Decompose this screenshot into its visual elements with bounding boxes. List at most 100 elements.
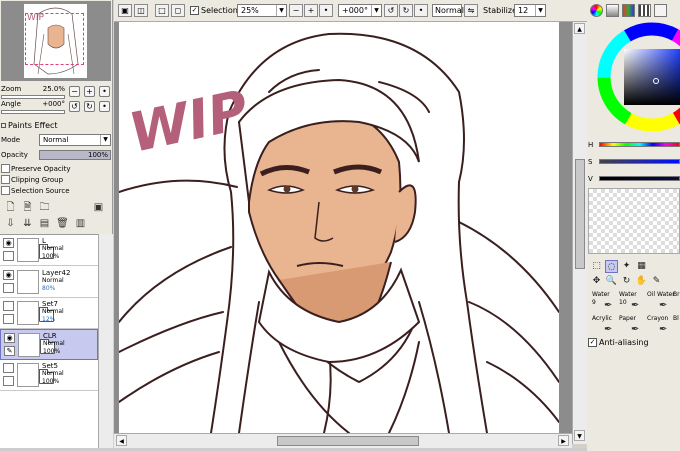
scratchpad-tab-icon[interactable] bbox=[654, 4, 667, 17]
mode-dropdown[interactable]: Normal ▼ bbox=[39, 134, 111, 146]
navigator-panel[interactable]: WIP bbox=[1, 1, 111, 81]
horizontal-scroll-thumb[interactable] bbox=[277, 436, 419, 446]
layer-panel-icon[interactable]: ▦ bbox=[635, 260, 648, 273]
zoom-in-button[interactable]: + bbox=[304, 4, 318, 17]
hand-icon[interactable]: ✋ bbox=[635, 275, 648, 288]
layer-row[interactable]: ◉ L Normal 100% bbox=[0, 235, 98, 266]
clear-layer-icon[interactable]: ▤ bbox=[38, 217, 51, 230]
crop-button[interactable]: ◻ bbox=[171, 4, 185, 17]
new-folder-icon[interactable]: 🗀 bbox=[38, 201, 51, 214]
blend-mode-display[interactable]: Normal bbox=[432, 4, 464, 17]
zoom-label: Zoom bbox=[1, 85, 22, 93]
merge-down-icon[interactable]: ⇊ bbox=[21, 217, 34, 230]
brush-tool[interactable]: Br✒ bbox=[671, 291, 680, 317]
layer-name: CLR bbox=[43, 332, 57, 340]
visibility-eye-icon[interactable]: ◉ bbox=[3, 270, 14, 280]
new-layer-icon[interactable]: 🗋 bbox=[4, 201, 17, 214]
brush-tool[interactable]: Crayon ✒ bbox=[645, 315, 673, 341]
value-slider[interactable] bbox=[599, 176, 680, 181]
hsv-slider-tab-icon[interactable] bbox=[622, 4, 635, 17]
flip-horizontal-button[interactable]: ⇋ bbox=[464, 4, 478, 17]
selection-source-checkbox[interactable] bbox=[1, 186, 10, 195]
rotate-right-button[interactable]: ↻ bbox=[84, 101, 95, 112]
visibility-eye-icon[interactable]: ◉ bbox=[3, 238, 14, 248]
zoom-dropdown[interactable]: 25% ▼ bbox=[237, 4, 287, 17]
brush-tool[interactable]: Acrylic ✒ bbox=[590, 315, 618, 341]
canvas-area[interactable]: WIP bbox=[114, 22, 572, 433]
navigator-view-frame[interactable] bbox=[25, 13, 84, 65]
canvas-horizontal-scrollbar[interactable]: ◀ ▶ bbox=[114, 433, 572, 448]
angle-slider[interactable] bbox=[1, 110, 65, 114]
layer-row[interactable]: ◉ Layer42 Normal 80% bbox=[0, 267, 98, 298]
scroll-left-icon[interactable]: ◀ bbox=[116, 435, 127, 446]
saturation-label: S bbox=[588, 158, 593, 166]
brush-tool[interactable]: Bl✒ bbox=[671, 315, 680, 341]
saturation-slider[interactable] bbox=[599, 159, 680, 164]
visibility-eye-icon[interactable]: ◉ bbox=[4, 333, 15, 343]
layer-lock-icon[interactable] bbox=[3, 314, 14, 324]
rotate-left-button[interactable]: ↺ bbox=[69, 101, 80, 112]
lasso-icon[interactable]: ◌ bbox=[605, 260, 618, 273]
layer-row[interactable]: Set7 Normal 12% bbox=[0, 298, 98, 329]
chevron-down-icon: ▼ bbox=[100, 135, 110, 145]
zoom-reset-button[interactable]: • bbox=[99, 86, 110, 97]
color-wheel-tab-icon[interactable] bbox=[590, 4, 603, 17]
layer-lock-icon[interactable] bbox=[3, 376, 14, 386]
magic-wand-icon[interactable]: ✦ bbox=[620, 260, 633, 273]
zoom-out-button[interactable]: − bbox=[289, 4, 303, 17]
layer-lock-icon[interactable] bbox=[3, 283, 14, 293]
opacity-slider[interactable]: 100% bbox=[39, 150, 111, 160]
brush-name: Water bbox=[619, 291, 637, 298]
layer-row[interactable]: Set5 Normal 100% bbox=[0, 360, 98, 391]
rotate-reset-button[interactable]: • bbox=[414, 4, 428, 17]
zoom-in-button[interactable]: + bbox=[84, 86, 95, 97]
delete-layer-icon[interactable]: 🗑 bbox=[56, 217, 69, 230]
swatches-tab-icon[interactable] bbox=[638, 4, 651, 17]
rgb-slider-tab-icon[interactable] bbox=[606, 4, 619, 17]
visibility-eye-icon[interactable] bbox=[3, 363, 14, 373]
hue-slider[interactable] bbox=[599, 142, 680, 147]
scroll-up-icon[interactable]: ▲ bbox=[574, 23, 585, 34]
color-swatches-area[interactable] bbox=[588, 188, 680, 254]
rotate-reset-button[interactable]: • bbox=[99, 101, 110, 112]
angle-label: Angle bbox=[1, 100, 21, 108]
clipping-group-checkbox[interactable] bbox=[1, 175, 10, 184]
layer-row[interactable]: ◉ ✎ CLR Normal 100% bbox=[0, 329, 98, 360]
preserve-opacity-checkbox[interactable] bbox=[1, 164, 10, 173]
color-wheel[interactable] bbox=[594, 19, 680, 135]
layers-scrollbar[interactable] bbox=[98, 234, 113, 451]
vertical-scroll-thumb[interactable] bbox=[575, 159, 585, 269]
canvas-vertical-scrollbar[interactable]: ▲ ▼ bbox=[572, 22, 587, 444]
new-linework-layer-icon[interactable]: 🗎 bbox=[21, 201, 34, 214]
scroll-down-icon[interactable]: ▼ bbox=[574, 430, 585, 441]
visibility-eye-icon[interactable] bbox=[3, 301, 14, 311]
transfer-down-icon[interactable]: ⇩ bbox=[4, 217, 17, 230]
zoom-value: 25.0% bbox=[42, 85, 65, 93]
drawing-canvas[interactable]: WIP bbox=[119, 22, 559, 433]
layer-settings-icon[interactable]: ▣ bbox=[92, 201, 105, 214]
move-icon[interactable]: ✥ bbox=[590, 275, 603, 288]
rotate-right-button[interactable]: ↻ bbox=[399, 4, 413, 17]
layer-mask-icon[interactable]: ▥ bbox=[74, 217, 87, 230]
brush-tool[interactable]: Water 10 ✒ bbox=[617, 291, 645, 317]
selection-checkbox[interactable]: ✓ bbox=[190, 6, 199, 15]
deselect-button[interactable]: ▣ bbox=[118, 4, 132, 17]
zoom-fit-button[interactable]: • bbox=[319, 4, 333, 17]
layer-lock-icon[interactable] bbox=[3, 251, 14, 261]
brush-tool[interactable]: Paper ✒ bbox=[617, 315, 645, 341]
rotation-dropdown[interactable]: +000° ▼ bbox=[338, 4, 382, 17]
brush-tool[interactable]: Water 9 ✒ bbox=[590, 291, 618, 317]
zoom-icon[interactable]: 🔍 bbox=[605, 275, 618, 288]
collapse-icon[interactable] bbox=[1, 123, 6, 128]
rotate-left-button[interactable]: ↺ bbox=[384, 4, 398, 17]
stabilizer-dropdown[interactable]: 12 ▼ bbox=[514, 4, 546, 17]
invert-selection-button[interactable]: ◫ bbox=[134, 4, 148, 17]
brush-tool[interactable]: Oil Water ✒ bbox=[645, 291, 675, 317]
layer-lock-icon[interactable]: ✎ bbox=[4, 346, 15, 356]
select-all-button[interactable]: □ bbox=[155, 4, 169, 17]
scroll-right-icon[interactable]: ▶ bbox=[558, 435, 569, 446]
rect-select-icon[interactable]: ⬚ bbox=[590, 260, 603, 273]
rotate-icon[interactable]: ↻ bbox=[620, 275, 633, 288]
eyedropper-icon[interactable]: ✎ bbox=[650, 275, 663, 288]
zoom-out-button[interactable]: − bbox=[69, 86, 80, 97]
